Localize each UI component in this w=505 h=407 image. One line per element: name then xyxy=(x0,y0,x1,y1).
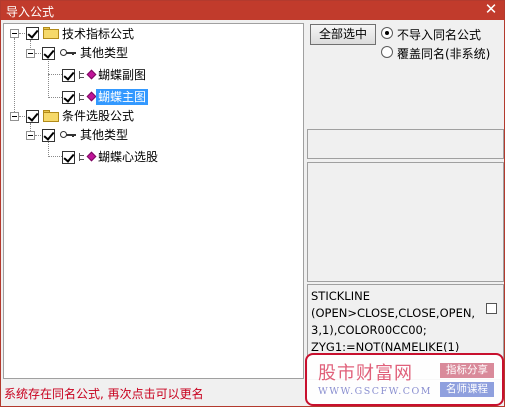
watermark-badge-course: 名师课程 xyxy=(440,382,494,397)
folder-icon xyxy=(43,27,59,39)
tree-item-label-selected[interactable]: 蝴蝶主图 xyxy=(96,89,149,105)
folder-icon xyxy=(43,110,59,122)
formula-diamond-icon xyxy=(86,91,97,102)
collapse-toggle-icon[interactable] xyxy=(26,49,35,58)
tree-item-label[interactable]: 条件选股公式 xyxy=(62,108,134,124)
collapse-toggle-icon[interactable] xyxy=(10,112,19,121)
formula-tree[interactable]: 技术指标公式 其他类型 蝴蝶副图 蝴蝶主图 条件选股公式 其他类型 蝴蝶心选股 xyxy=(3,23,304,379)
tree-checkbox[interactable] xyxy=(26,110,39,123)
tree-item-label[interactable]: 其他类型 xyxy=(80,127,128,143)
tree-item-label[interactable]: 其他类型 xyxy=(80,45,128,61)
tree-checkbox[interactable] xyxy=(42,47,55,60)
tree-item-label[interactable]: 蝴蝶副图 xyxy=(98,67,146,83)
watermark-brand: 股市财富网 xyxy=(318,363,413,384)
tree-connector xyxy=(14,38,15,116)
collapse-toggle-icon[interactable] xyxy=(26,131,35,140)
import-formula-dialog: 导入公式 ✕ 技术指标公式 其他类型 蝴蝶副图 蝴蝶主图 条件选股公式 其他类型… xyxy=(0,0,505,407)
select-all-button[interactable]: 全部选中 xyxy=(310,24,376,45)
watermark-url: WWW.GSCFW.COM xyxy=(318,386,433,397)
code-preview-text: STICKLINE (OPEN>CLOSE,CLOSE,OPEN, 3,1),C… xyxy=(311,289,476,352)
formula-diamond-icon xyxy=(86,151,97,162)
collapse-toggle-icon[interactable] xyxy=(10,29,19,38)
info-box-top xyxy=(307,129,504,159)
skip-duplicate-radio[interactable] xyxy=(381,27,393,39)
window-title: 导入公式 xyxy=(6,5,55,19)
tree-checkbox[interactable] xyxy=(62,91,75,104)
formula-diamond-icon xyxy=(86,69,97,80)
tree-connector xyxy=(48,140,49,157)
watermark-badge-share: 指标分享 xyxy=(440,363,494,378)
tree-item-label[interactable]: 技术指标公式 xyxy=(62,26,134,42)
key-icon xyxy=(60,130,76,140)
title-bar[interactable]: 导入公式 ✕ xyxy=(1,1,504,20)
overwrite-radio[interactable] xyxy=(381,46,393,58)
skip-duplicate-label[interactable]: 不导入同名公式 xyxy=(397,26,481,43)
status-message: 系统存在同名公式, 再次点击可以更名 xyxy=(4,387,204,401)
formula-tree-icon xyxy=(78,70,87,80)
key-icon xyxy=(60,48,76,58)
watermark-logo: 股市财富网 WWW.GSCFW.COM 指标分享 名师课程 xyxy=(305,353,504,406)
tree-checkbox[interactable] xyxy=(62,151,75,164)
tree-checkbox[interactable] xyxy=(26,27,39,40)
info-box-middle xyxy=(307,162,504,282)
tree-checkbox[interactable] xyxy=(42,129,55,142)
code-preview-checkbox[interactable] xyxy=(486,303,497,314)
overwrite-label[interactable]: 覆盖同名(非系统) xyxy=(397,45,490,62)
tree-connector xyxy=(48,74,62,75)
tree-checkbox[interactable] xyxy=(62,69,75,82)
tree-connector xyxy=(48,156,62,157)
formula-tree-icon xyxy=(78,92,87,102)
tree-connector xyxy=(48,97,62,98)
formula-tree-icon xyxy=(78,152,87,162)
tree-item-label[interactable]: 蝴蝶心选股 xyxy=(98,149,158,165)
tree-connector xyxy=(48,58,49,98)
close-icon[interactable]: ✕ xyxy=(484,2,498,17)
